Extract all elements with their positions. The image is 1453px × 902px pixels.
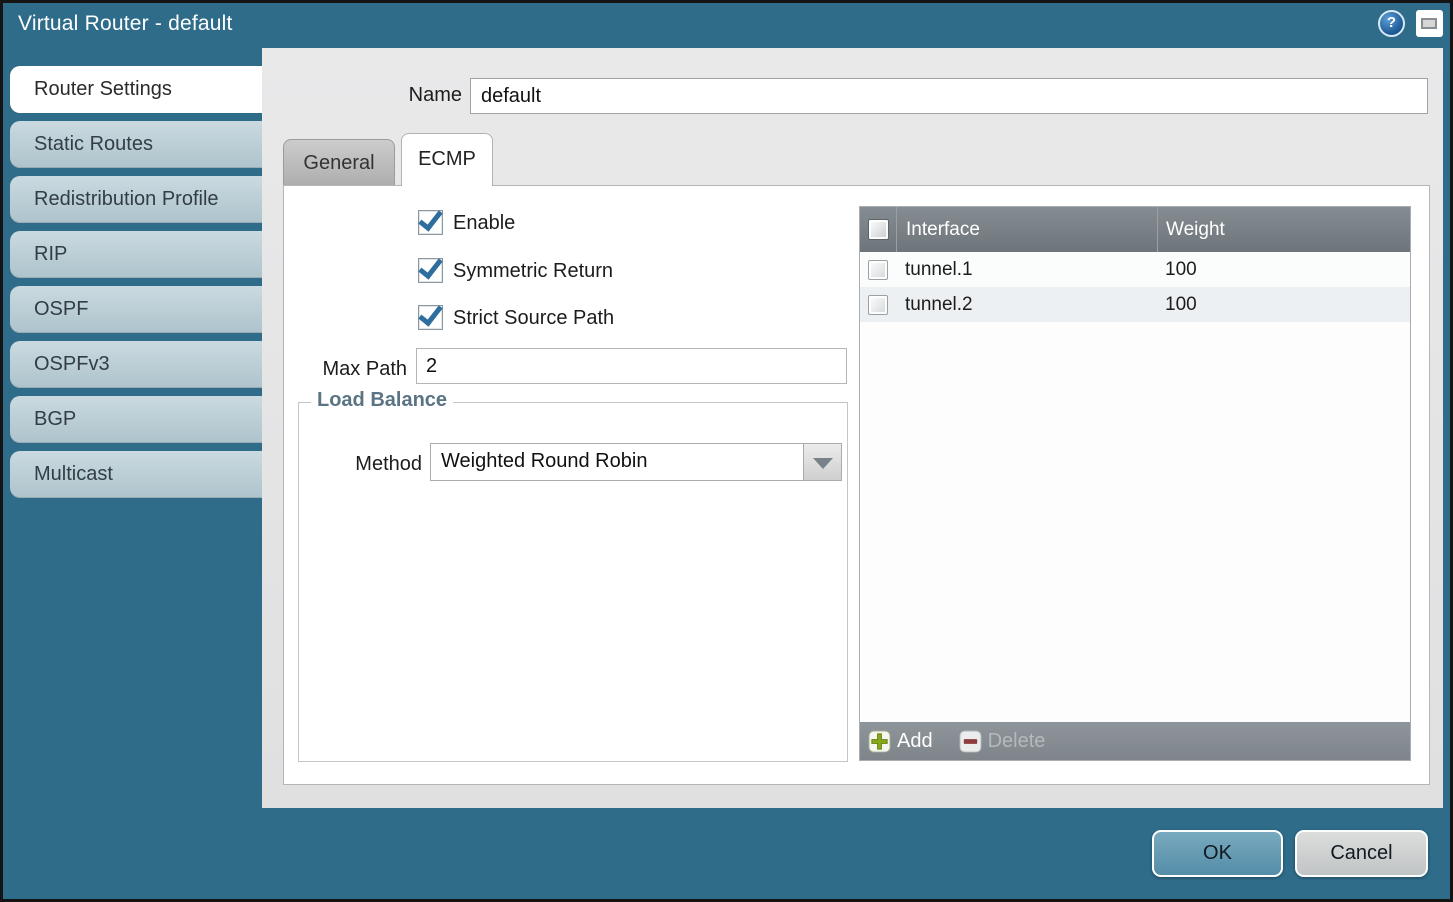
select-all-checkbox[interactable]	[868, 219, 889, 240]
tab-ecmp[interactable]: ECMP	[401, 133, 493, 186]
add-icon	[868, 730, 891, 753]
add-button[interactable]: Add	[868, 730, 933, 753]
virtual-router-dialog: Virtual Router - default ? Router Settin…	[0, 0, 1453, 902]
enable-label: Enable	[453, 212, 515, 235]
sidebar-item-ospf[interactable]: OSPF	[10, 286, 262, 333]
sidebar-item-router-settings[interactable]: Router Settings	[10, 66, 262, 113]
window-icon-inner	[1421, 18, 1437, 29]
dropdown-button[interactable]	[803, 444, 841, 480]
sidebar-item-ospfv3[interactable]: OSPFv3	[10, 341, 262, 388]
ecmp-tab-content: Enable Symmetric Return Strict Source Pa…	[283, 185, 1430, 785]
table-row[interactable]: tunnel.2 100	[860, 287, 1410, 322]
sidebar-item-bgp[interactable]: BGP	[10, 396, 262, 443]
tab-general[interactable]: General	[283, 139, 395, 185]
sidebar-item-static-routes[interactable]: Static Routes	[10, 121, 262, 168]
delete-icon	[959, 730, 982, 753]
cell-weight: 100	[1157, 252, 1410, 287]
max-path-input[interactable]	[416, 348, 847, 384]
main-panel: Name General ECMP Enable Symmetric Retur…	[262, 48, 1443, 808]
ok-button[interactable]: OK	[1152, 830, 1283, 877]
dialog-title: Virtual Router - default	[18, 12, 233, 36]
row-checkbox[interactable]	[868, 295, 888, 315]
table-toolbar: Add Delete	[860, 722, 1410, 760]
cancel-button[interactable]: Cancel	[1295, 830, 1428, 877]
window-icon[interactable]	[1416, 10, 1443, 37]
method-dropdown[interactable]: Weighted Round Robin	[430, 443, 842, 481]
sidebar-item-rip[interactable]: RIP	[10, 231, 262, 278]
name-label: Name	[342, 84, 462, 107]
delete-button[interactable]: Delete	[959, 730, 1046, 753]
sidebar-item-redistribution-profile[interactable]: Redistribution Profile	[10, 176, 262, 223]
row-checkbox[interactable]	[868, 260, 888, 280]
load-balance-legend: Load Balance	[311, 389, 453, 412]
max-path-label: Max Path	[297, 358, 407, 381]
interfaces-table: Interface Weight tunnel.1 100 tunnel.2 1…	[859, 206, 1411, 761]
help-icon[interactable]: ?	[1378, 10, 1405, 37]
symmetric-return-checkbox[interactable]	[418, 258, 443, 283]
column-header-weight[interactable]: Weight	[1157, 207, 1410, 252]
enable-checkbox[interactable]	[418, 210, 443, 235]
cell-weight: 100	[1157, 287, 1410, 322]
method-label: Method	[334, 453, 422, 476]
name-input[interactable]	[470, 78, 1428, 114]
table-header-row: Interface Weight	[860, 207, 1410, 252]
cell-interface: tunnel.1	[896, 252, 1157, 287]
table-row[interactable]: tunnel.1 100	[860, 252, 1410, 287]
strict-source-path-checkbox[interactable]	[418, 305, 443, 330]
chevron-down-icon	[813, 458, 833, 469]
column-header-interface[interactable]: Interface	[896, 207, 1157, 252]
strict-source-path-label: Strict Source Path	[453, 307, 614, 330]
method-value: Weighted Round Robin	[441, 450, 647, 473]
sidebar-item-multicast[interactable]: Multicast	[10, 451, 262, 498]
symmetric-return-label: Symmetric Return	[453, 260, 613, 283]
cell-interface: tunnel.2	[896, 287, 1157, 322]
load-balance-group: Load Balance Method Weighted Round Robin	[298, 402, 848, 762]
